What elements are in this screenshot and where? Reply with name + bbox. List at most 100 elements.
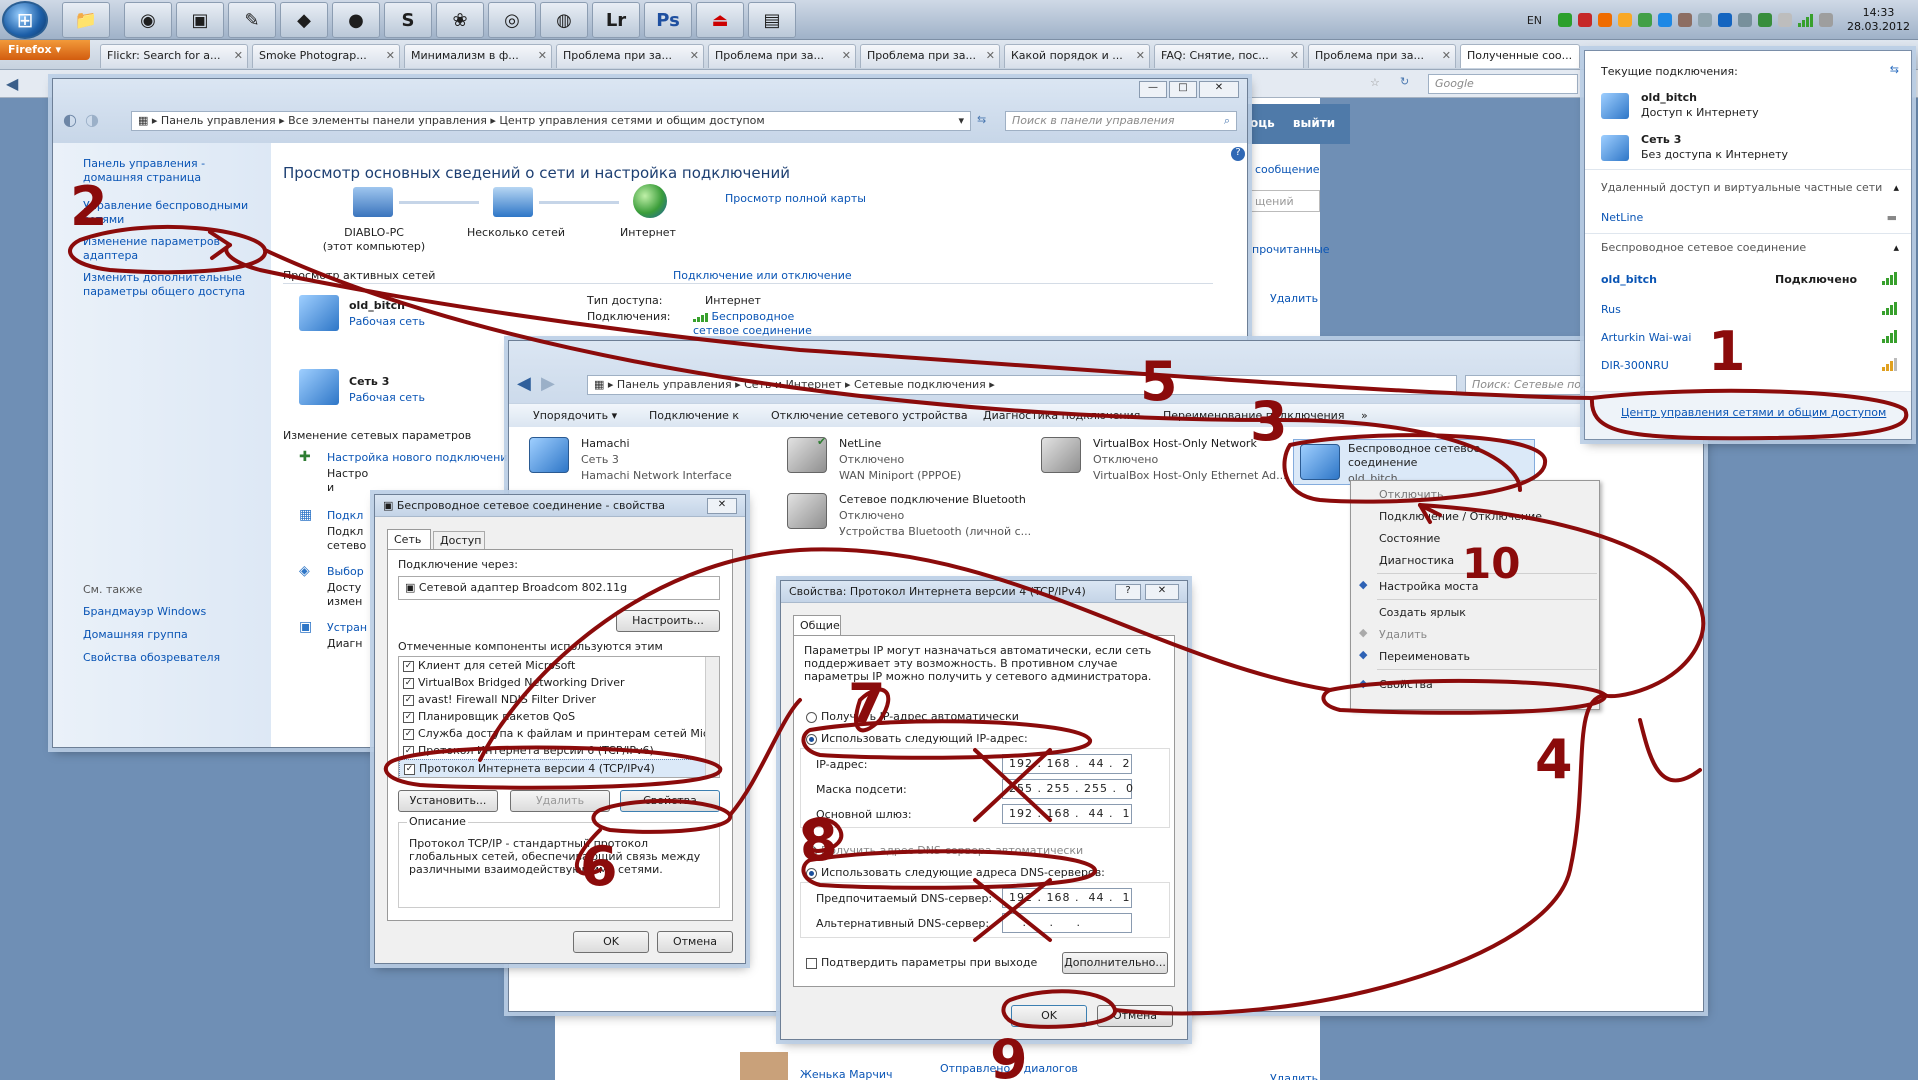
breadcrumb-nsc[interactable]: Центр управления сетями и общим доступом [499, 114, 764, 127]
back-arrow-icon[interactable]: ◀ [6, 74, 18, 93]
control-panel-search[interactable]: Поиск в панели управления ⌕ [1005, 111, 1237, 131]
close-button[interactable]: ✕ [707, 498, 737, 514]
lightroom-icon[interactable]: Lr [592, 2, 640, 38]
tab-sharing[interactable]: Доступ [433, 531, 485, 549]
tray-icon-yellow[interactable] [1618, 13, 1633, 27]
sidebar-sharing-link[interactable]: Изменить дополнительные параметры общего… [83, 271, 253, 299]
checkbox-checked[interactable]: ✓ [403, 728, 414, 740]
help-icon[interactable]: ? [1231, 147, 1245, 161]
subnet-mask-field[interactable]: 255 . 255 . 255 . 0 [1002, 779, 1133, 799]
forward-arrow-icon[interactable]: ◑ [85, 110, 99, 129]
troubleshoot-link[interactable]: Устран [327, 621, 367, 634]
close-icon[interactable]: ✕ [842, 49, 851, 62]
choose-homegroup-link[interactable]: Выбор [327, 565, 364, 578]
start-button[interactable]: ⊞ [2, 1, 48, 39]
checkbox-checked[interactable]: ✓ [403, 694, 414, 706]
connection-item-wireless-selected[interactable]: Беспроводное сетевое соединение old_bitc… [1293, 439, 1535, 485]
tab-network[interactable]: Сеть [387, 529, 431, 549]
scrollbar[interactable] [705, 657, 719, 777]
save-app-icon[interactable]: ▣ [176, 2, 224, 38]
close-icon[interactable]: ✕ [986, 49, 995, 62]
reload-icon[interactable]: ↻ [1400, 75, 1409, 88]
component-item[interactable]: ✓ avast! Firewall NDIS Filter Driver [399, 691, 719, 708]
browser-tab[interactable]: Проблема при за... ✕ [708, 44, 856, 68]
uninstall-button[interactable]: Удалить [510, 790, 610, 812]
speaker-icon[interactable] [1819, 13, 1834, 27]
component-item-selected[interactable]: ✓ Протокол Интернета версии 4 (TCP/IPv4) [399, 759, 719, 777]
opera-icon[interactable]: ◎ [488, 2, 536, 38]
unread-link[interactable]: прочитанные [1252, 243, 1330, 256]
clock[interactable]: 14:33 28.03.2012 [1847, 6, 1910, 34]
browser-tab-active[interactable]: Полученные соо... [1460, 44, 1580, 68]
menu-properties[interactable]: Свойства [1351, 675, 1551, 694]
auto-ip-radio[interactable]: Получить IP-адрес автоматически [806, 710, 1019, 723]
menu-connect-disconnect[interactable]: Подключение / Отключение [1351, 507, 1551, 526]
open-network-center-link[interactable]: Центр управления сетями и общим доступом [1621, 406, 1886, 419]
tray-icon-blue[interactable] [1658, 13, 1673, 27]
manual-dns-radio[interactable]: Использовать следующие адреса DNS-сервер… [806, 866, 1105, 879]
ip-address-field[interactable]: 192 . 168 . 44 . 2 [1002, 754, 1132, 774]
menu-shortcut[interactable]: Создать ярлык [1351, 603, 1551, 622]
forward-arrow-icon[interactable]: ▶ [541, 373, 555, 394]
component-item[interactable]: ✓ Клиент для сетей Microsoft [399, 657, 719, 674]
address-bar[interactable]: ▦ ▸ Панель управления ▸ Все элементы пан… [131, 111, 971, 131]
logout-link[interactable]: выйти [1293, 116, 1335, 130]
rename-button[interactable]: Переименование подключения [1163, 409, 1344, 422]
flag-icon[interactable] [1758, 13, 1773, 27]
tray-icon-green[interactable] [1558, 13, 1573, 27]
checkbox-checked[interactable]: ✓ [403, 677, 414, 689]
app-icon[interactable]: ❀ [436, 2, 484, 38]
tray-icon-red[interactable] [1578, 13, 1593, 27]
sidebar-adapter-link[interactable]: Изменение параметров адаптера [83, 235, 253, 263]
message-search[interactable]: щений [1250, 190, 1320, 212]
tray-icon-green2[interactable] [1638, 13, 1653, 27]
full-map-link[interactable]: Просмотр полной карты [725, 192, 866, 205]
alternate-dns-field[interactable]: . . . [1002, 913, 1132, 933]
minimize-button[interactable]: — [1139, 81, 1167, 98]
close-icon[interactable]: ✕ [538, 49, 547, 62]
sidebar-wireless-link[interactable]: Управление беспроводными сетями [83, 199, 253, 227]
connect-network-link[interactable]: Подкл [327, 509, 363, 522]
configure-button[interactable]: Настроить... [616, 610, 720, 632]
component-item[interactable]: ✓ Служба доступа к файлам и принтерам сет… [399, 725, 719, 742]
contact-name[interactable]: Женька Марчич [800, 1068, 893, 1080]
browser-tab[interactable]: Минимализм в ф... ✕ [404, 44, 552, 68]
display-icon[interactable] [1738, 13, 1753, 27]
network-signal-icon[interactable] [1798, 13, 1814, 27]
bookmark-star-icon[interactable]: ☆ [1370, 76, 1380, 89]
network-type-link[interactable]: Рабочая сеть [349, 315, 425, 328]
chevron-up-icon[interactable]: ▴ [1893, 181, 1899, 194]
help-button[interactable]: ? [1115, 584, 1141, 600]
action-center-icon[interactable] [1778, 13, 1793, 27]
close-icon[interactable]: ✕ [690, 49, 699, 62]
connect-disconnect-link[interactable]: Подключение или отключение [673, 269, 852, 282]
back-arrow-icon[interactable]: ◐ [63, 110, 77, 129]
advanced-button[interactable]: Дополнительно... [1062, 952, 1168, 974]
breadcrumb-all-items[interactable]: Все элементы панели управления [288, 114, 487, 127]
explorer-icon[interactable]: 📁 [62, 2, 110, 38]
breadcrumb-control-panel[interactable]: Панель управления [161, 114, 276, 127]
tray-icon-brown[interactable] [1678, 13, 1693, 27]
auto-dns-radio[interactable]: Получить адрес DNS-сервера автоматически [806, 844, 1083, 857]
component-item[interactable]: ✓ VirtualBox Bridged Networking Driver [399, 674, 719, 691]
menu-status[interactable]: Состояние [1351, 529, 1551, 548]
radio-button-selected[interactable] [806, 733, 817, 745]
more-commands-button[interactable]: » [1361, 409, 1368, 422]
component-item[interactable]: ✓ Протокол Интернета версии 6 (TCP/IPv6) [399, 742, 719, 759]
cancel-button[interactable]: Отмена [1097, 1005, 1173, 1027]
ok-button[interactable]: OK [573, 931, 649, 953]
validate-checkbox[interactable]: Подтвердить параметры при выходе [806, 956, 1037, 969]
default-gateway-field[interactable]: 192 . 168 . 44 . 1 [1002, 804, 1132, 824]
close-icon[interactable]: ✕ [1442, 49, 1451, 62]
close-icon[interactable]: ✕ [1136, 49, 1145, 62]
wifi-item[interactable]: DIR-300NRU [1601, 359, 1669, 372]
skype-icon[interactable]: S [384, 2, 432, 38]
ok-button[interactable]: OK [1011, 1005, 1087, 1027]
install-button[interactable]: Установить... [398, 790, 498, 812]
organize-button[interactable]: Упорядочить ▾ [533, 409, 617, 422]
cancel-button[interactable]: Отмена [657, 931, 733, 953]
volume-icon[interactable] [1698, 13, 1713, 27]
tray-icon-orange[interactable] [1598, 13, 1613, 27]
vpn-item-netline[interactable]: NetLine [1601, 211, 1643, 224]
breadcrumb-control-panel[interactable]: Панель управления [617, 378, 732, 391]
